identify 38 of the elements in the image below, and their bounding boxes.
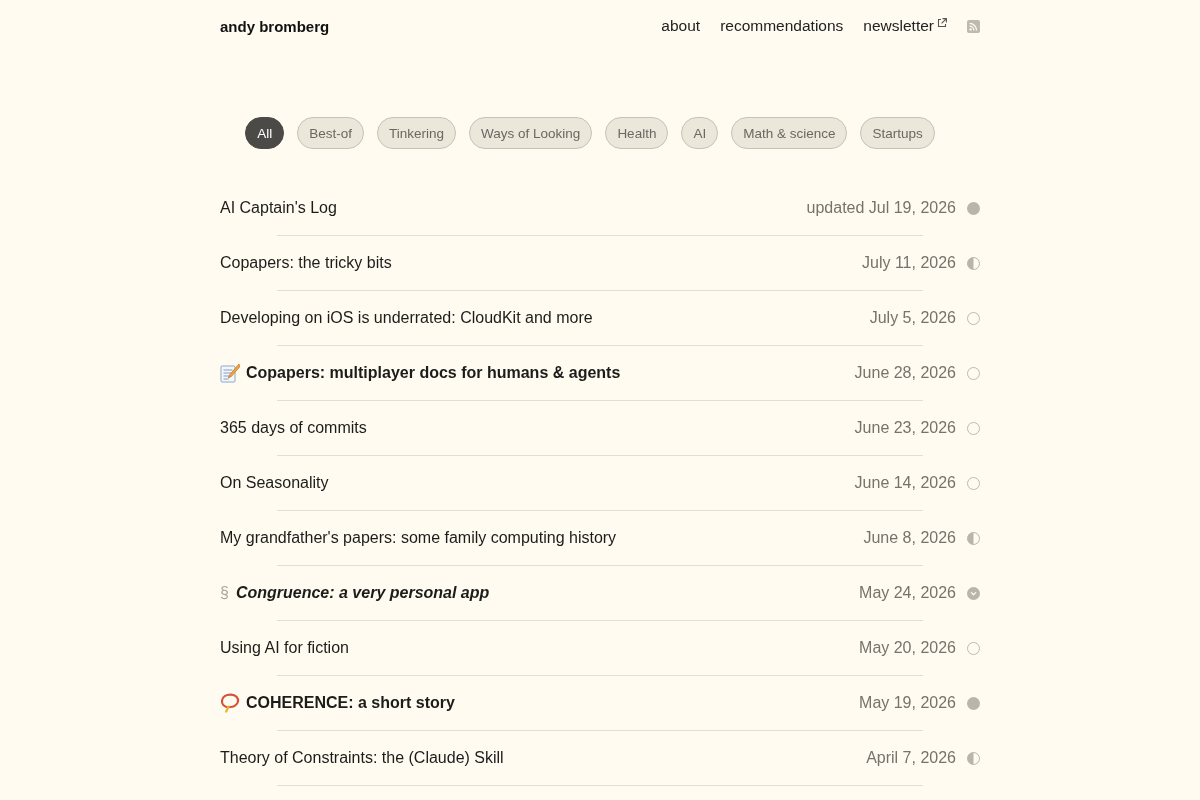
- filter-tab[interactable]: All: [245, 117, 285, 149]
- memo-icon: [220, 363, 240, 383]
- post-date: May 20, 2026: [859, 639, 956, 657]
- post-date: June 23, 2026: [854, 419, 956, 437]
- nav-link[interactable]: about: [661, 17, 701, 35]
- section-sign: §: [220, 584, 229, 602]
- post-date: July 5, 2026: [869, 309, 956, 327]
- post-title-link[interactable]: My grandfather's papers: some family computing history: [220, 529, 617, 547]
- filter-tab[interactable]: Health: [605, 117, 669, 149]
- post-title-link[interactable]: 365 days of commits: [220, 419, 367, 437]
- filter-tab[interactable]: Startups: [860, 117, 935, 149]
- nav-link[interactable]: newsletter: [863, 17, 947, 35]
- rss-icon[interactable]: [967, 19, 980, 33]
- filter-tab[interactable]: Math & science: [731, 117, 848, 149]
- post-title-link[interactable]: Developing on iOS is underrated: CloudKit and more: [220, 309, 593, 327]
- filter-tab[interactable]: Ways of Looking: [469, 117, 593, 149]
- loop-icon: [220, 693, 240, 713]
- post-date: June 28, 2026: [854, 364, 956, 382]
- post-date: June 14, 2026: [854, 474, 956, 492]
- post-title-link[interactable]: COHERENCE: a short story: [246, 694, 455, 712]
- post-date: April 7, 2026: [866, 749, 956, 767]
- post-date: July 11, 2026: [862, 254, 956, 272]
- post-title-link[interactable]: On Seasonality: [220, 474, 329, 492]
- post-title-link[interactable]: Theory of Constraints: the (Claude) Skill: [220, 749, 504, 767]
- post-date: May 24, 2026: [859, 584, 956, 602]
- post-date: June 8, 2026: [863, 529, 956, 547]
- nav-link[interactable]: recommendations: [720, 17, 844, 35]
- post-title-link[interactable]: Using AI for fiction: [220, 639, 349, 657]
- post-title-link[interactable]: Copapers: multiplayer docs for humans & agents: [246, 364, 621, 382]
- post-date: updated Jul 19, 2026: [806, 199, 956, 217]
- site-title-link[interactable]: andy bromberg: [220, 17, 330, 35]
- post-title-link[interactable]: Copapers: the tricky bits: [220, 254, 392, 272]
- filter-tab[interactable]: Tinkering: [377, 117, 457, 149]
- post-date: May 19, 2026: [859, 694, 956, 712]
- filter-tab[interactable]: AI: [681, 117, 719, 149]
- post-title-link[interactable]: AI Captain's Log: [220, 199, 337, 217]
- filter-tab[interactable]: Best-of: [297, 117, 365, 149]
- post-title-link[interactable]: Congruence: a very personal app: [235, 584, 490, 602]
